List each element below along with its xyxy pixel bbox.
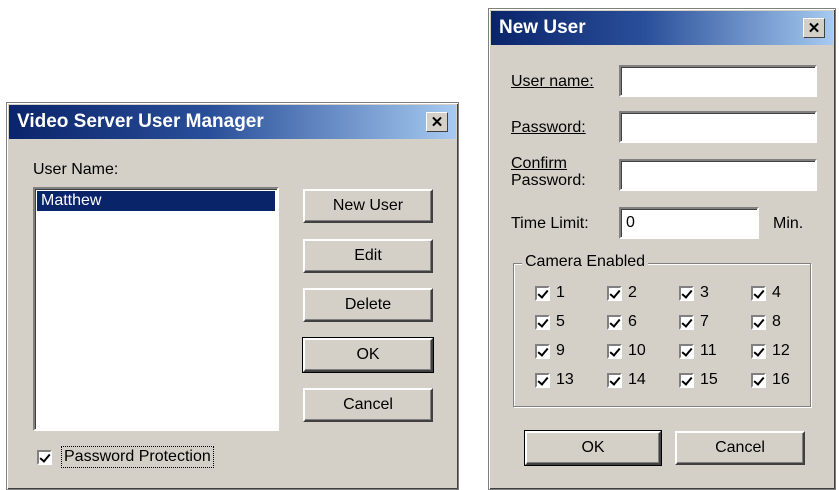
camera-14-label: 14 — [628, 371, 646, 388]
camera-5-checkbox[interactable] — [535, 314, 550, 330]
new-user-titlebar[interactable]: New User — [491, 11, 833, 45]
camera-5-label: 5 — [556, 313, 565, 330]
delete-button[interactable]: Delete — [303, 288, 433, 322]
camera-12-checkbox[interactable] — [751, 343, 766, 359]
camera-15-checkbox[interactable] — [679, 372, 694, 388]
camera-4-checkbox[interactable] — [751, 285, 766, 301]
camera-13-checkbox[interactable] — [535, 372, 550, 388]
confirm-label-line2: Password: — [511, 172, 586, 189]
edit-button[interactable]: Edit — [303, 239, 433, 273]
new-user-title: New User — [499, 17, 586, 38]
camera-7-checkbox[interactable] — [679, 314, 694, 330]
camera-16-label: 16 — [772, 371, 790, 388]
camera-1-checkbox[interactable] — [535, 285, 550, 301]
password-protection-checkbox[interactable] — [37, 449, 52, 465]
camera-3-checkbox[interactable] — [679, 285, 694, 301]
close-icon[interactable]: ✕ — [803, 18, 825, 38]
cancel-button[interactable]: Cancel — [303, 388, 433, 422]
camera-8-option[interactable]: 8 — [751, 313, 781, 331]
camera-14-checkbox[interactable] — [607, 372, 622, 388]
camera-13-label: 13 — [556, 371, 574, 388]
camera-2-option[interactable]: 2 — [607, 284, 637, 302]
camera-enabled-group: Camera Enabled 1 2 3 4 5 6 7 8 9 10 11 12 13 14 15 16 — [513, 253, 811, 407]
camera-1-label: 1 — [556, 284, 565, 301]
user-list-item-selected[interactable]: Matthew — [37, 191, 275, 211]
password-field[interactable] — [619, 111, 817, 143]
camera-6-option[interactable]: 6 — [607, 313, 637, 331]
ok-button[interactable]: OK — [524, 430, 662, 466]
time-limit-value: 0 — [626, 214, 635, 231]
password-protection-option[interactable]: Password Protection — [37, 446, 214, 468]
camera-16-option[interactable]: 16 — [751, 371, 790, 389]
camera-4-label: 4 — [772, 284, 781, 301]
camera-6-label: 6 — [628, 313, 637, 330]
camera-enabled-label: Camera Enabled — [522, 253, 649, 271]
camera-15-option[interactable]: 15 — [679, 371, 718, 389]
password-label-text: Password: — [511, 119, 586, 136]
camera-1-option[interactable]: 1 — [535, 284, 565, 302]
password-protection-label: Password Protection — [61, 446, 214, 468]
camera-12-label: 12 — [772, 342, 790, 359]
camera-4-option[interactable]: 4 — [751, 284, 781, 302]
new-user-window: New User ✕ User name: Password: Confirm … — [488, 8, 836, 490]
camera-3-label: 3 — [700, 284, 709, 301]
camera-10-checkbox[interactable] — [607, 343, 622, 359]
camera-2-checkbox[interactable] — [607, 285, 622, 301]
camera-6-checkbox[interactable] — [607, 314, 622, 330]
confirm-password-label: Confirm Password: — [511, 155, 586, 189]
user-name-label: User Name: — [33, 161, 119, 178]
user-name-label-text: User name: — [511, 73, 594, 90]
camera-16-checkbox[interactable] — [751, 372, 766, 388]
user-manager-titlebar[interactable]: Video Server User Manager — [9, 105, 456, 139]
camera-8-checkbox[interactable] — [751, 314, 766, 330]
new-user-button[interactable]: New User — [303, 189, 433, 223]
time-limit-label: Time Limit: — [511, 215, 589, 232]
time-limit-unit: Min. — [773, 215, 804, 232]
camera-3-option[interactable]: 3 — [679, 284, 709, 302]
camera-9-option[interactable]: 9 — [535, 342, 565, 360]
camera-9-label: 9 — [556, 342, 565, 359]
camera-7-option[interactable]: 7 — [679, 313, 709, 331]
camera-12-option[interactable]: 12 — [751, 342, 790, 360]
camera-13-option[interactable]: 13 — [535, 371, 574, 389]
camera-10-option[interactable]: 10 — [607, 342, 646, 360]
time-limit-field[interactable]: 0 — [619, 207, 759, 239]
camera-15-label: 15 — [700, 371, 718, 388]
camera-7-label: 7 — [700, 313, 709, 330]
camera-11-checkbox[interactable] — [679, 343, 694, 359]
camera-2-label: 2 — [628, 284, 637, 301]
close-icon[interactable]: ✕ — [426, 112, 448, 132]
user-manager-window: Video Server User Manager ✕ User Name: M… — [6, 102, 459, 490]
camera-10-label: 10 — [628, 342, 646, 359]
user-name-label: User name: — [511, 73, 594, 91]
user-list[interactable]: Matthew — [33, 187, 279, 431]
confirm-password-field[interactable] — [619, 159, 817, 191]
camera-8-label: 8 — [772, 313, 781, 330]
camera-9-checkbox[interactable] — [535, 343, 550, 359]
camera-5-option[interactable]: 5 — [535, 313, 565, 331]
confirm-label-line1: Confirm — [511, 155, 568, 172]
camera-11-option[interactable]: 11 — [679, 342, 717, 360]
user-manager-title: Video Server User Manager — [17, 111, 264, 132]
cancel-button[interactable]: Cancel — [675, 431, 805, 465]
camera-14-option[interactable]: 14 — [607, 371, 646, 389]
camera-11-label: 11 — [700, 342, 717, 359]
ok-button[interactable]: OK — [302, 337, 434, 373]
password-label: Password: — [511, 119, 586, 137]
user-name-field[interactable] — [619, 65, 817, 97]
